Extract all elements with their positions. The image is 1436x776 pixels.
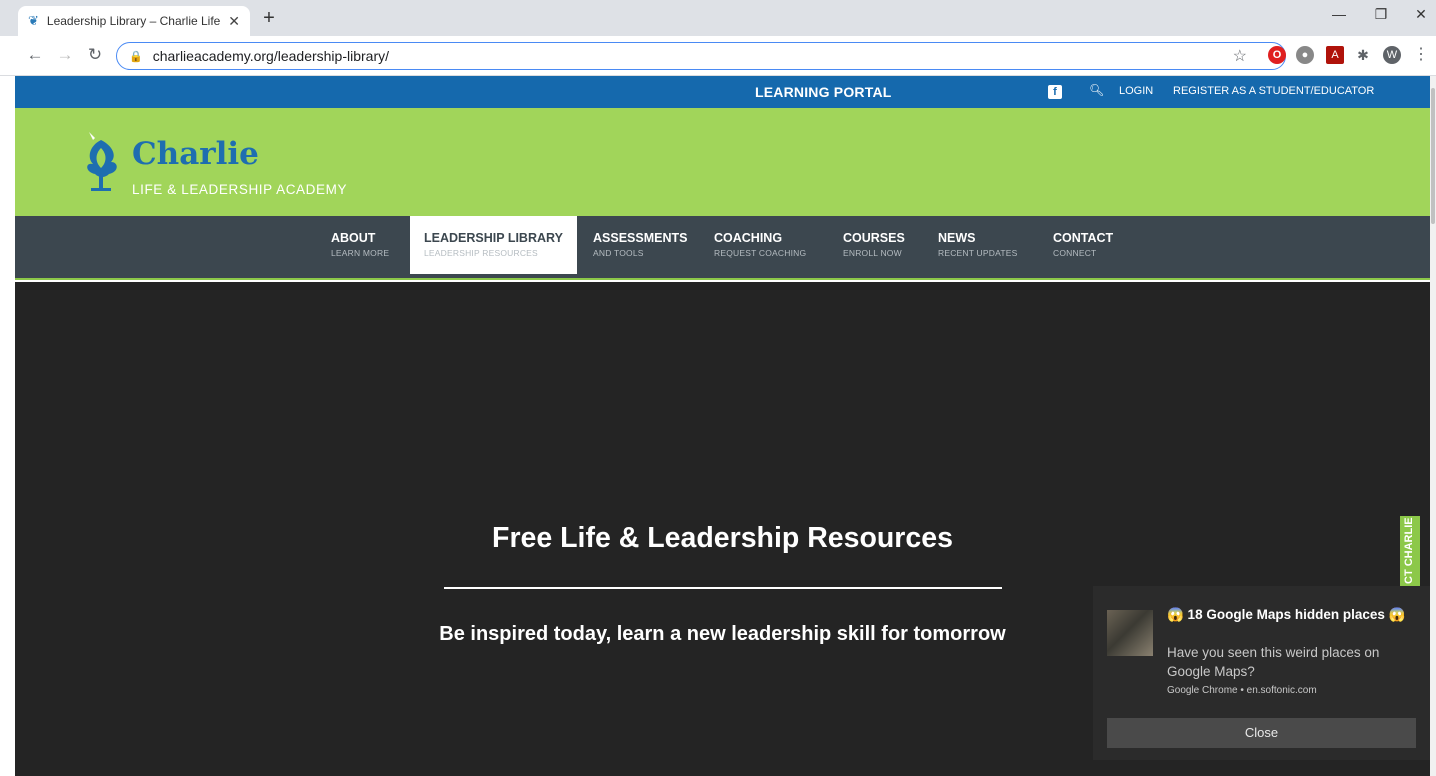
bookmark-star-icon[interactable]: ☆ <box>1233 46 1247 66</box>
close-window-icon[interactable]: ✕ <box>1406 6 1436 23</box>
nav-item-title: ASSESSMENTS <box>593 231 688 245</box>
notification-thumbnail <box>1107 610 1153 656</box>
notification-title: 😱 18 Google Maps hidden places 😱 <box>1167 607 1406 622</box>
browser-toolbar: ← → ↻ 🔒 charlieacademy.org/leadership-li… <box>0 36 1436 76</box>
notification-close-button[interactable]: Close <box>1107 718 1416 748</box>
tree-logo-icon[interactable] <box>81 128 121 198</box>
site-header: Charlie LIFE & LEADERSHIP ACADEMY <box>15 108 1430 216</box>
nav-item-title: LEADERSHIP LIBRARY <box>424 231 563 245</box>
notification-body: Have you seen this weird places on Googl… <box>1167 645 1380 679</box>
browser-tab-strip: ❦ Leadership Library – Charlie Life / ✕ … <box>0 0 1436 36</box>
reload-icon[interactable]: ↻ <box>84 45 106 65</box>
chrome-notification[interactable]: 😱 18 Google Maps hidden places 😱 Have yo… <box>1093 586 1430 760</box>
login-link[interactable]: LOGIN <box>1119 85 1153 97</box>
search-icon[interactable]: 🔍︎ <box>1089 83 1104 97</box>
hero-divider <box>444 587 1002 589</box>
nav-item-title: ABOUT <box>331 231 376 245</box>
url-text: charlieacademy.org/leadership-library/ <box>152 48 389 64</box>
tab-title: Leadership Library – Charlie Life / <box>46 14 223 28</box>
new-tab-button[interactable]: + <box>258 8 280 30</box>
contact-charlie-side-tab[interactable]: CT CHARLIE <box>1400 516 1420 588</box>
scrollbar-thumb[interactable] <box>1431 88 1435 224</box>
register-link[interactable]: REGISTER AS A STUDENT/EDUCATOR <box>1173 85 1374 97</box>
opera-extension-icon[interactable]: O <box>1268 46 1286 64</box>
logo-name[interactable]: Charlie <box>132 136 259 172</box>
notification-source: Google Chrome • en.softonic.com <box>1167 685 1317 696</box>
minimize-icon[interactable]: — <box>1324 6 1354 22</box>
browser-menu-icon[interactable]: ⋮ <box>1412 46 1430 64</box>
forward-icon[interactable]: → <box>54 45 76 65</box>
lock-icon: 🔒 <box>129 50 143 63</box>
nav-item-subtitle: RECENT UPDATES <box>938 248 1018 258</box>
back-icon[interactable]: ← <box>24 45 46 65</box>
page-scrollbar[interactable] <box>1430 76 1436 776</box>
profile-avatar[interactable]: W <box>1383 46 1401 64</box>
nav-item-subtitle: LEARN MORE <box>331 248 390 258</box>
browser-tab[interactable]: ❦ Leadership Library – Charlie Life / ✕ <box>18 6 250 36</box>
hero-title: Free Life & Leadership Resources <box>492 522 953 554</box>
nav-item-title: COURSES <box>843 231 905 245</box>
nav-item-subtitle: ENROLL NOW <box>843 248 902 258</box>
learning-portal-link[interactable]: LEARNING PORTAL <box>755 84 892 100</box>
site-topbar: LEARNING PORTAL f 🔍︎ LOGIN REGISTER AS A… <box>15 76 1430 108</box>
nav-item-leadership-library[interactable]: LEADERSHIP LIBRARY LEADERSHIP RESOURCES <box>410 216 577 274</box>
nav-item-title: NEWS <box>938 231 976 245</box>
nav-item-subtitle: LEADERSHIP RESOURCES <box>424 248 538 258</box>
logo-tagline: LIFE & LEADERSHIP ACADEMY <box>132 182 348 197</box>
nav-item-subtitle: REQUEST COACHING <box>714 248 807 258</box>
close-tab-icon[interactable]: ✕ <box>228 13 240 30</box>
facebook-icon[interactable]: f <box>1048 85 1062 99</box>
site-favicon-icon: ❦ <box>28 13 39 28</box>
nav-item-courses[interactable]: COURSES ENROLL NOW <box>829 216 919 274</box>
extensions-puzzle-icon[interactable]: ✱ <box>1354 46 1372 64</box>
nav-item-subtitle: CONNECT <box>1053 248 1097 258</box>
main-nav: ABOUT LEARN MORE LEADERSHIP LIBRARY LEAD… <box>15 216 1430 280</box>
circle-extension-icon[interactable]: ● <box>1296 46 1314 64</box>
nav-item-subtitle: AND TOOLS <box>593 248 644 258</box>
nav-item-coaching[interactable]: COACHING REQUEST COACHING <box>700 216 820 274</box>
restore-icon[interactable]: ❐ <box>1366 6 1396 23</box>
nav-item-contact[interactable]: CONTACT CONNECT <box>1039 216 1127 274</box>
address-bar[interactable]: 🔒 charlieacademy.org/leadership-library/… <box>116 42 1286 70</box>
side-tab-label: CT CHARLIE <box>1403 517 1415 584</box>
nav-item-assessments[interactable]: ASSESSMENTS AND TOOLS <box>579 216 701 274</box>
nav-item-news[interactable]: NEWS RECENT UPDATES <box>924 216 1031 274</box>
pdf-extension-icon[interactable]: A <box>1326 46 1344 64</box>
nav-item-title: COACHING <box>714 231 783 245</box>
nav-item-title: CONTACT <box>1053 231 1114 245</box>
nav-item-about[interactable]: ABOUT LEARN MORE <box>317 216 403 274</box>
